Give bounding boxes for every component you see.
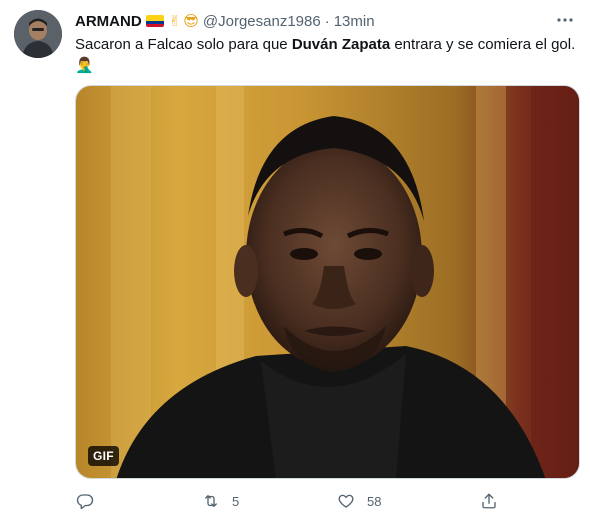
gif-image xyxy=(76,86,579,478)
retweet-count: 5 xyxy=(232,493,240,509)
retweet-button[interactable]: 5 xyxy=(202,492,239,510)
author-handle[interactable]: @Jorgesanz1986 xyxy=(203,13,321,30)
tweet-text-bold: Duván Zapata xyxy=(291,36,391,53)
retweet-icon xyxy=(205,495,217,507)
sunglasses-face-icon: 😎 xyxy=(183,11,199,30)
gif-badge: GIF xyxy=(88,446,119,466)
share-icon xyxy=(482,493,496,509)
like-count: 58 xyxy=(367,493,382,509)
gif-media[interactable]: GIF xyxy=(75,85,580,479)
reply-icon xyxy=(76,494,94,510)
tweet-text-before: Sacaron a Falcao solo para que xyxy=(75,36,292,53)
author-emojis: ✌ 😎 xyxy=(145,11,199,30)
tweet-actions: 5 58 xyxy=(75,490,505,516)
victory-hand-icon: ✌ xyxy=(168,11,182,30)
heart-icon xyxy=(338,494,354,508)
reply-button[interactable] xyxy=(76,492,106,510)
more-options-icon[interactable] xyxy=(552,9,578,31)
like-button[interactable]: 58 xyxy=(337,492,381,510)
timestamp[interactable]: 13min xyxy=(334,13,375,30)
tweet-text: Sacaron a Falcao solo para que Duván Zap… xyxy=(75,35,580,75)
separator-dot: · xyxy=(324,12,330,30)
share-button[interactable] xyxy=(480,492,498,510)
tweet-header: ARMAND ✌ 😎 @Jorgesanz1986 · 13min xyxy=(75,11,375,31)
tweet[interactable]: ARMAND ✌ 😎 @Jorgesanz1986 · 13min Sacaro… xyxy=(0,0,590,523)
colombia-flag-icon xyxy=(145,15,164,27)
avatar[interactable] xyxy=(14,10,62,58)
author-name[interactable]: ARMAND xyxy=(75,13,142,30)
tweet-text-after: entrara y se comiera el gol. xyxy=(390,36,576,53)
facepalm-emoji-icon: 🤦‍♂️ xyxy=(75,56,94,74)
